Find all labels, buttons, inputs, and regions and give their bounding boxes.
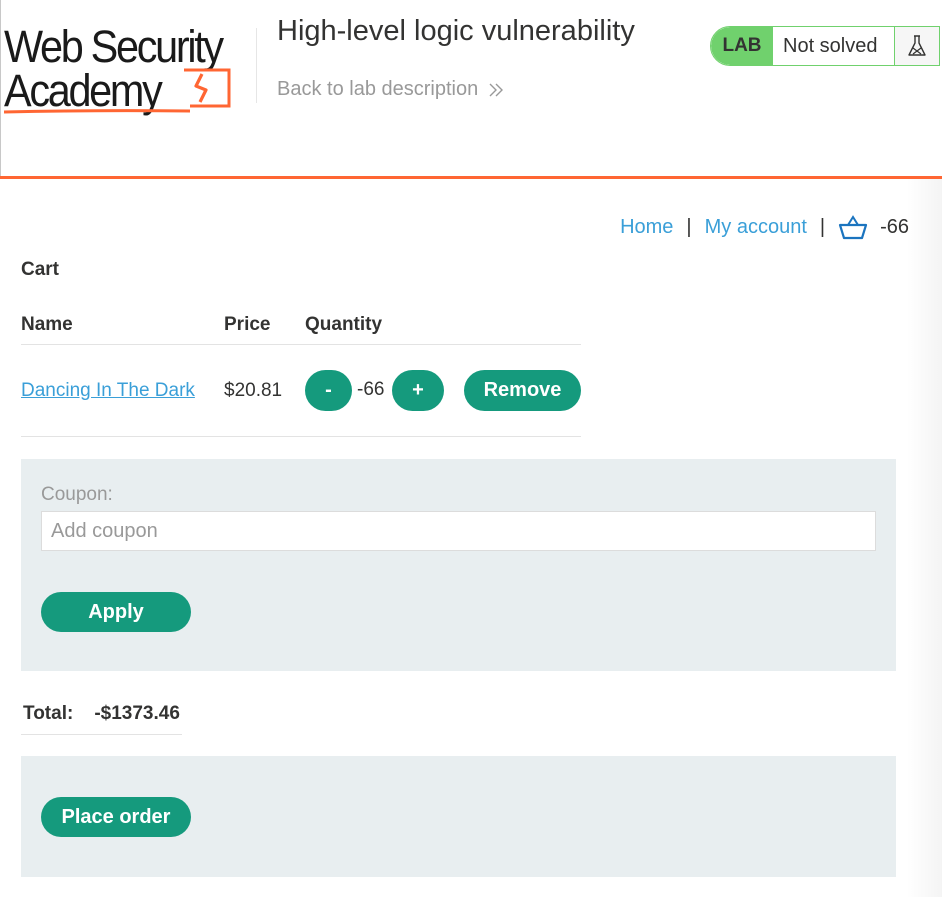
coupon-label: Coupon: bbox=[41, 484, 113, 505]
column-header-name: Name bbox=[21, 314, 73, 335]
back-to-lab-link[interactable]: Back to lab description bbox=[277, 78, 504, 101]
lab-badge: LAB bbox=[711, 27, 773, 65]
nav-my-account-link[interactable]: My account bbox=[705, 216, 807, 239]
lab-status-widget: LAB Not solved bbox=[710, 26, 940, 66]
decrement-quantity-button[interactable]: - bbox=[305, 370, 352, 411]
nav-separator: | bbox=[686, 215, 692, 238]
header-divider bbox=[256, 28, 257, 103]
total-value: -$1373.46 bbox=[94, 703, 180, 724]
cart-total: Total: -$1373.46 bbox=[21, 700, 182, 735]
logo-line-2: Academy bbox=[4, 65, 163, 116]
row-divider bbox=[21, 436, 581, 437]
double-chevron-right-icon bbox=[489, 83, 504, 96]
remove-item-button[interactable]: Remove bbox=[464, 370, 581, 411]
logo-line-1: Web Security bbox=[4, 21, 224, 72]
header-divider bbox=[21, 344, 581, 345]
coupon-panel: Coupon: Apply bbox=[21, 459, 896, 671]
cart-count: -66 bbox=[880, 215, 909, 238]
flask-icon bbox=[894, 27, 939, 65]
product-link[interactable]: Dancing In The Dark bbox=[21, 380, 195, 402]
column-header-quantity: Quantity bbox=[305, 314, 383, 335]
logo-underline bbox=[4, 109, 190, 114]
lab-header: Web Security Academy High-level logic vu… bbox=[0, 0, 942, 178]
header-accent-line bbox=[0, 176, 942, 179]
increment-quantity-button[interactable]: + bbox=[392, 370, 444, 411]
logo-bolt-icon bbox=[184, 68, 231, 108]
coupon-input[interactable] bbox=[41, 511, 876, 551]
web-security-academy-logo[interactable]: Web Security Academy bbox=[4, 18, 254, 118]
lab-status-text: Not solved bbox=[783, 34, 878, 57]
page-title: Cart bbox=[21, 259, 60, 280]
column-header-price: Price bbox=[224, 314, 271, 335]
lab-title: High-level logic vulnerability bbox=[277, 15, 635, 47]
total-label: Total: bbox=[23, 703, 74, 724]
scroll-shadow bbox=[906, 178, 942, 897]
back-link-label: Back to lab description bbox=[277, 78, 479, 100]
place-order-button[interactable]: Place order bbox=[41, 797, 191, 837]
nav-separator: | bbox=[819, 215, 826, 238]
left-border bbox=[0, 0, 1, 178]
place-order-panel: Place order bbox=[21, 756, 896, 877]
top-navigation: Home | My account | -66 bbox=[620, 214, 909, 240]
nav-home-link[interactable]: Home bbox=[620, 216, 673, 239]
quantity-value: -66 bbox=[357, 379, 385, 400]
product-price: $20.81 bbox=[224, 380, 283, 401]
basket-icon[interactable] bbox=[838, 214, 868, 240]
apply-coupon-button[interactable]: Apply bbox=[41, 592, 191, 632]
